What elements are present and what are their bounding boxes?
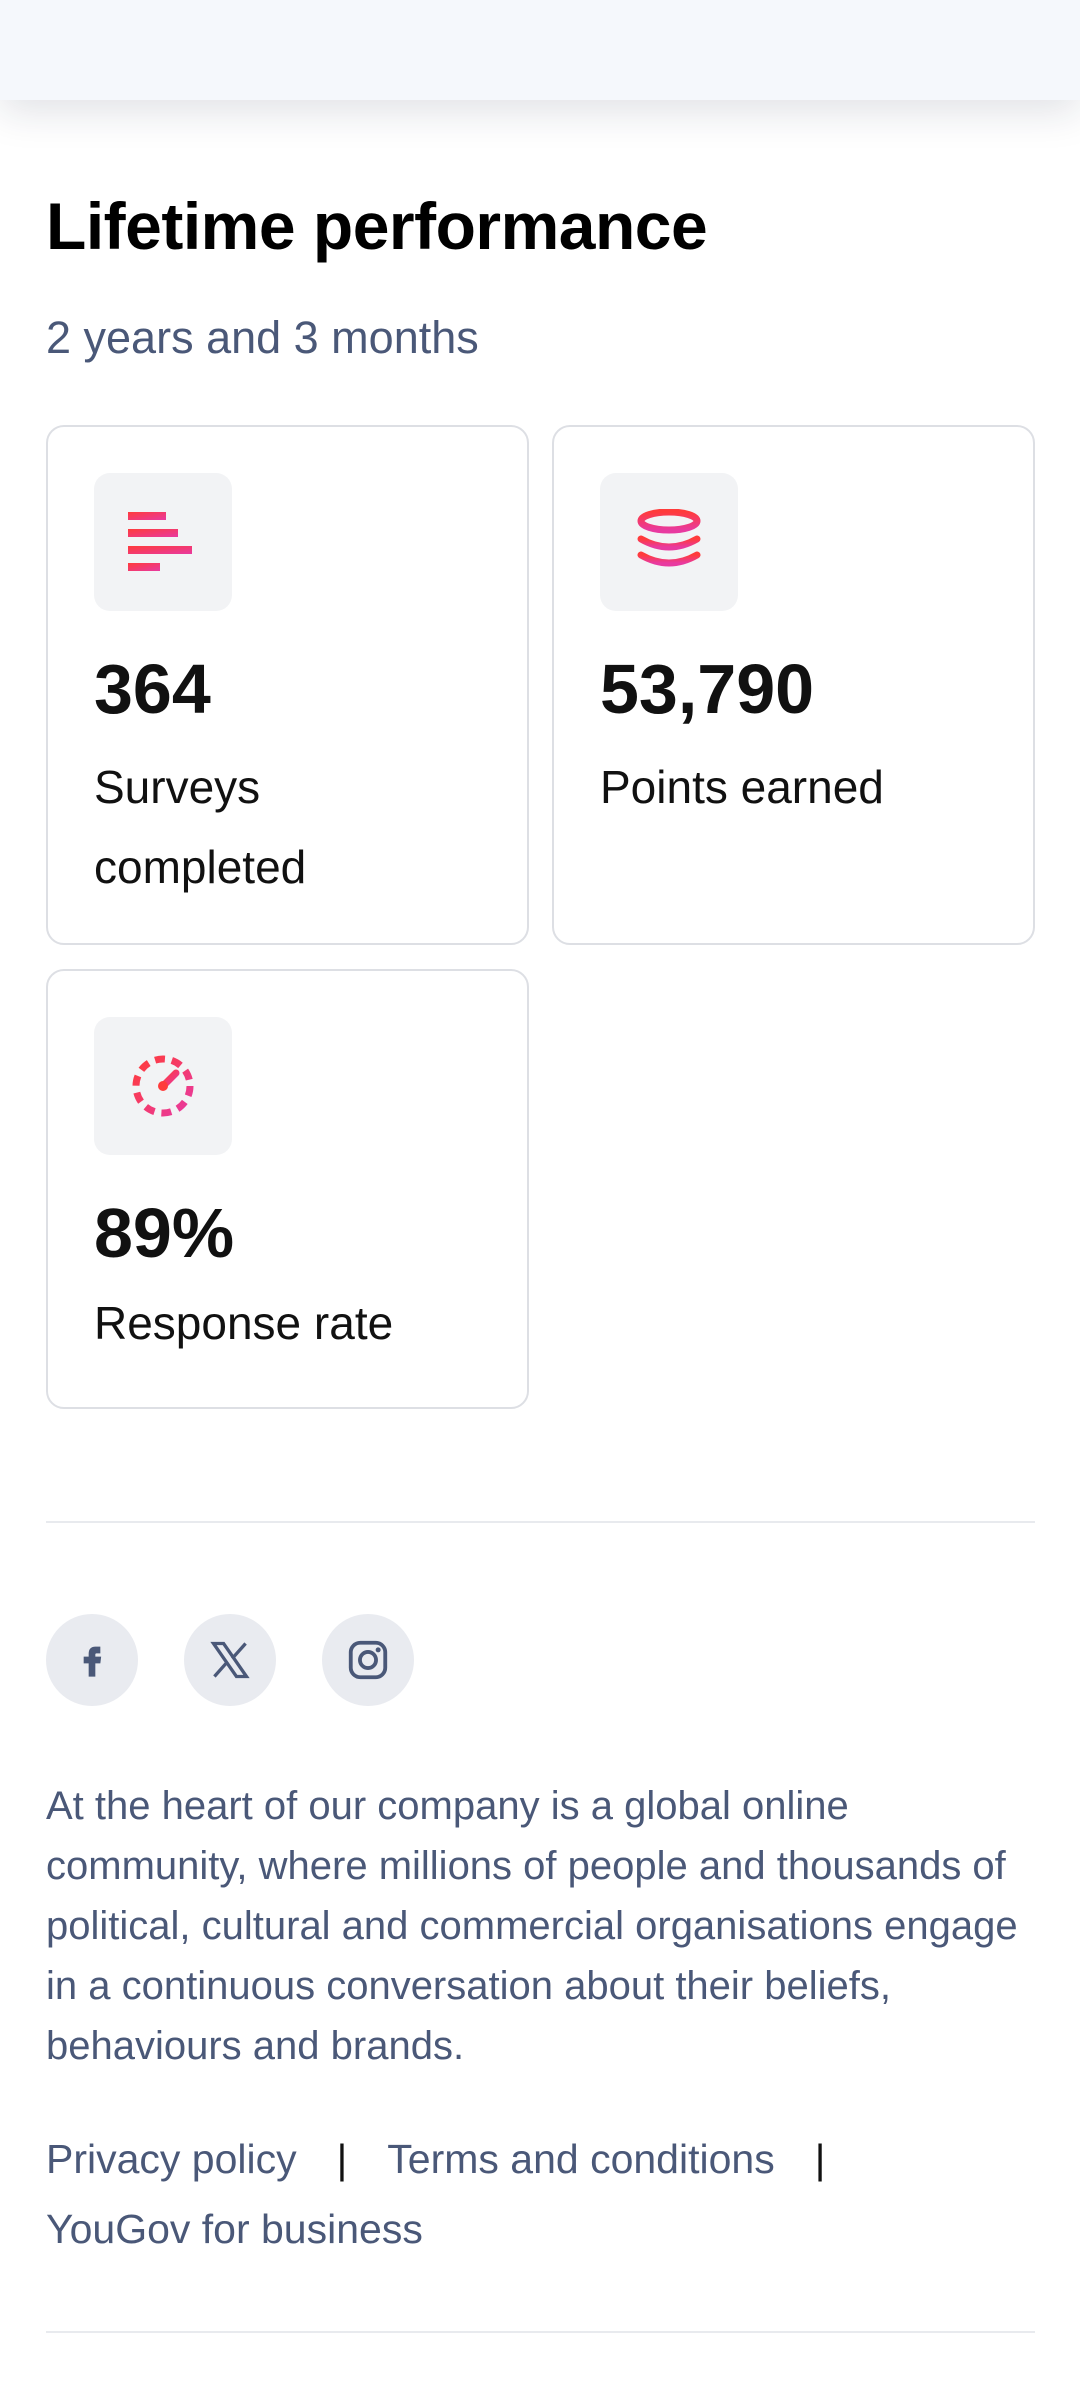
yougov-business-link[interactable]: YouGov for business <box>46 2206 423 2252</box>
footer-links: Privacy policy | Terms and conditions | You… <box>46 2124 1046 2264</box>
terms-link[interactable]: Terms and conditions <box>387 2136 774 2182</box>
stat-value: 364 <box>94 650 211 728</box>
stat-card-points: 53,790 Points earned <box>552 425 1035 945</box>
footer-about-text: At the heart of our company is a global … <box>46 1784 1018 2068</box>
membership-duration: 2 years and 3 months <box>46 312 479 363</box>
stat-value: 89% <box>94 1194 235 1272</box>
link-separator: | <box>336 2136 348 2182</box>
bar-list-icon <box>94 473 232 611</box>
stat-card-response-rate: 89% Response rate <box>46 969 529 1409</box>
speedometer-icon <box>94 1017 232 1155</box>
x-twitter-icon[interactable] <box>184 1614 276 1706</box>
footer-divider-bottom <box>46 2331 1035 2333</box>
stat-card-surveys: 364 Surveys completed <box>46 425 529 945</box>
facebook-icon[interactable] <box>46 1614 138 1706</box>
privacy-policy-link[interactable]: Privacy policy <box>46 2136 297 2182</box>
coins-stack-icon <box>600 473 738 611</box>
stat-value: 53,790 <box>600 650 815 728</box>
footer-divider-top <box>46 1521 1035 1523</box>
stat-label: Response rate <box>94 1297 394 1349</box>
top-app-bar <box>0 0 1080 100</box>
instagram-icon[interactable] <box>322 1614 414 1706</box>
page-title: Lifetime performance <box>46 189 708 263</box>
stat-label: Points earned <box>600 761 884 813</box>
link-separator: | <box>814 2136 826 2182</box>
stat-label: Surveys completed <box>94 761 307 893</box>
